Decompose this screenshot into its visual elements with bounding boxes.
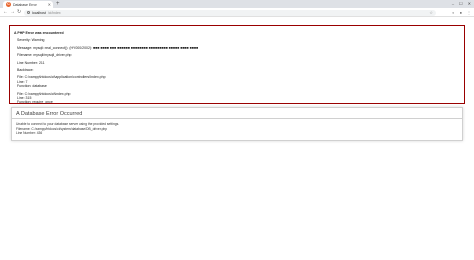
tab-title: Database Error (13, 2, 37, 7)
bookmark-star-icon[interactable]: ☆ (429, 10, 433, 16)
database-error-line-number: Line Number: 436 (16, 131, 43, 136)
close-window-icon[interactable]: ✕ (468, 1, 471, 7)
backtrace-function: Function: require_once (17, 100, 53, 105)
favicon-icon: C (6, 2, 11, 7)
url-path: /ci/index (47, 10, 61, 15)
reload-icon[interactable]: ↻ (17, 9, 21, 16)
database-error-body: Unable to connect to your database serve… (12, 119, 462, 139)
profile-icon[interactable]: ● (460, 9, 462, 16)
minimize-icon[interactable]: – (452, 1, 454, 7)
forward-icon[interactable]: → (10, 9, 15, 16)
url-host: localhost (32, 10, 46, 15)
window-controls: – ☐ ✕ (452, 1, 471, 7)
browser-tab-strip: C Database Error ✕ + – ☐ ✕ (0, 0, 474, 8)
toolbar-actions: ◐ ● ⋮ (452, 9, 471, 16)
browser-toolbar: ← → ↻ localhost/ci/index ☆ ◐ ● ⋮ (0, 8, 474, 17)
maximize-icon[interactable]: ☐ (459, 1, 463, 7)
php-error-filename: Filename: mysqli/mysqli_driver.php (17, 53, 72, 58)
address-bar[interactable]: localhost/ci/index ☆ (24, 9, 436, 16)
back-icon[interactable]: ← (3, 9, 8, 16)
database-error-box: A Database Error Occurred Unable to conn… (11, 107, 463, 141)
php-error-backtrace-label: Backtrace: (17, 68, 34, 73)
php-error-box: A PHP Error was encountered Severity: Wa… (9, 25, 465, 104)
site-info-icon[interactable] (27, 11, 30, 14)
php-error-line-number: Line Number: 211 (17, 60, 45, 65)
new-tab-icon[interactable]: + (56, 1, 60, 7)
close-tab-icon[interactable]: ✕ (48, 2, 51, 7)
menu-icon[interactable]: ⋮ (467, 9, 471, 16)
browser-tab[interactable]: C Database Error ✕ (3, 1, 53, 8)
php-error-message: Message: mysqli::real_connect(): (HY000/… (17, 45, 199, 50)
database-error-title: A Database Error Occurred (12, 108, 462, 119)
php-error-severity: Severity: Warning (17, 38, 45, 43)
php-error-heading: A PHP Error was encountered (14, 31, 64, 35)
extension-icon[interactable]: ◐ (452, 9, 454, 16)
